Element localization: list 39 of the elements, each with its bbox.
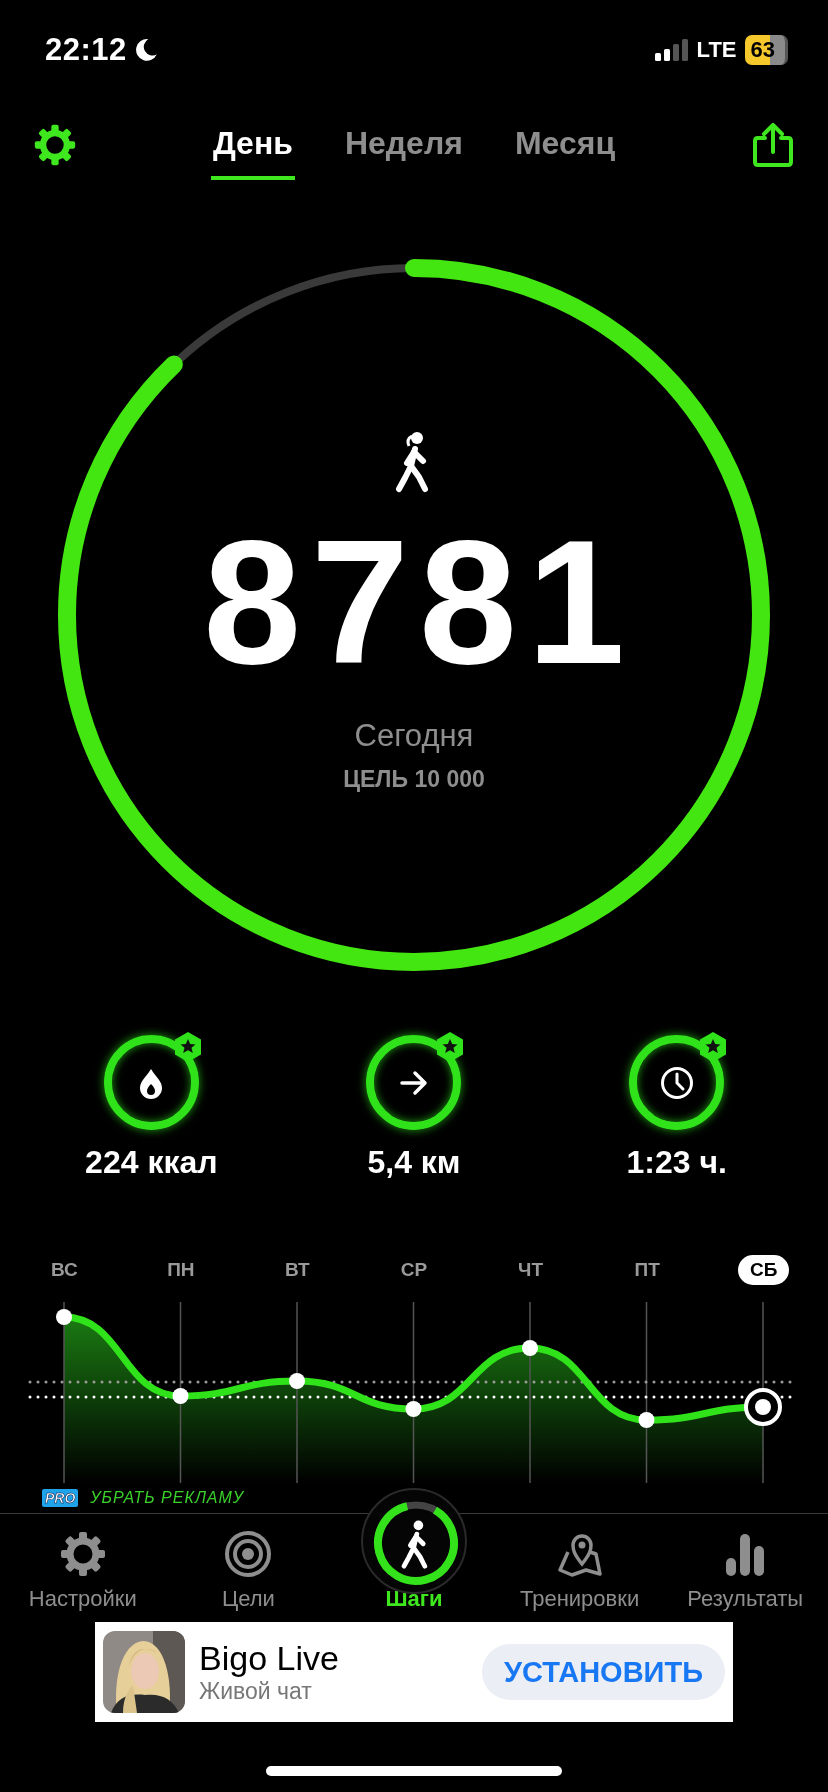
tab-item[interactable]: Результаты <box>662 1530 828 1612</box>
selected-point <box>744 1388 782 1426</box>
day-label[interactable]: СБ <box>738 1255 790 1285</box>
settings-icon <box>58 1530 107 1578</box>
data-point <box>405 1401 422 1417</box>
period-tab[interactable]: Месяц <box>512 124 618 180</box>
data-point <box>172 1388 189 1404</box>
tab-item[interactable]: Настройки <box>0 1530 166 1612</box>
period-tab[interactable]: Неделя <box>342 124 465 180</box>
settings-icon[interactable] <box>33 123 77 167</box>
signal-icon <box>654 39 689 61</box>
share-icon[interactable] <box>752 123 794 167</box>
network-label: LTE <box>696 37 737 63</box>
ad-title: Bigo Live <box>199 1639 340 1678</box>
tab-item[interactable]: Тренировки <box>496 1530 663 1612</box>
stat-value: 5,4 км <box>367 1144 461 1181</box>
day-label[interactable]: ЧТ <box>506 1255 556 1285</box>
period-tab[interactable]: День <box>210 124 295 180</box>
install-button[interactable]: УСТАНОВИТЬ <box>482 1644 725 1700</box>
battery-indicator: 63 <box>744 35 788 65</box>
data-point <box>56 1309 72 1325</box>
ad-subtitle: Живой чат <box>199 1678 313 1705</box>
stat-value: 224 ккал <box>85 1144 218 1181</box>
stat-value: 1:23 ч. <box>626 1144 727 1181</box>
clock-icon <box>659 1065 694 1100</box>
data-point <box>289 1373 305 1389</box>
data-point <box>522 1340 538 1356</box>
day-label[interactable]: ВС <box>38 1255 90 1285</box>
tab-item[interactable]: Шаги <box>331 1488 497 1612</box>
data-point <box>638 1412 655 1428</box>
tab-item[interactable]: Цели <box>165 1530 332 1612</box>
arrow-icon <box>399 1069 429 1096</box>
day-label[interactable]: ВТ <box>273 1255 322 1285</box>
status-time: 22:12 <box>45 32 127 68</box>
target-icon <box>224 1530 273 1578</box>
remove-ads-link[interactable]: УБРАТЬ РЕКЛАМУ <box>90 1488 245 1507</box>
day-label[interactable]: ПН <box>155 1255 207 1285</box>
day-label[interactable]: ПТ <box>622 1255 672 1285</box>
day-label[interactable]: СР <box>388 1255 440 1285</box>
